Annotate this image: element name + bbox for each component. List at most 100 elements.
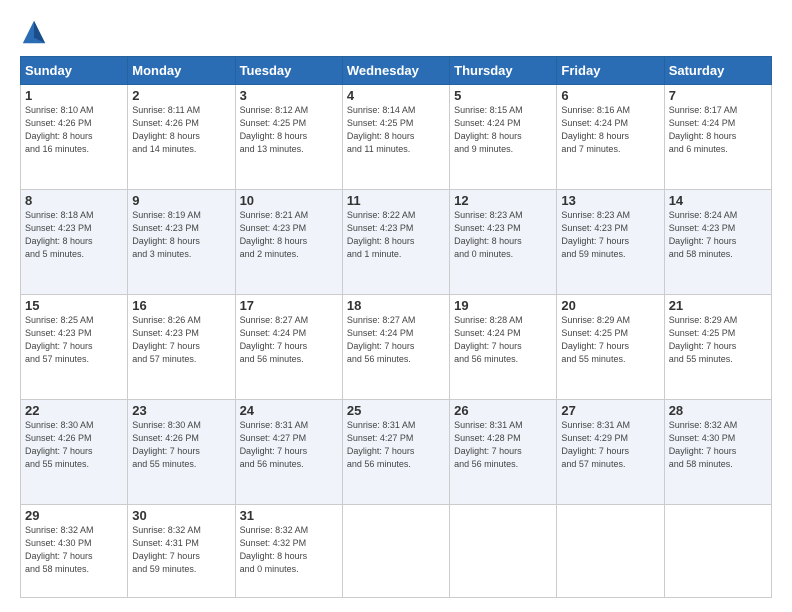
calendar-cell: 14Sunrise: 8:24 AM Sunset: 4:23 PM Dayli… <box>664 189 771 294</box>
day-number: 9 <box>132 193 230 208</box>
day-number: 17 <box>240 298 338 313</box>
calendar-cell: 26Sunrise: 8:31 AM Sunset: 4:28 PM Dayli… <box>450 399 557 504</box>
day-info: Sunrise: 8:18 AM Sunset: 4:23 PM Dayligh… <box>25 209 123 261</box>
day-info: Sunrise: 8:10 AM Sunset: 4:26 PM Dayligh… <box>25 104 123 156</box>
day-number: 1 <box>25 88 123 103</box>
calendar-cell <box>450 504 557 597</box>
day-number: 29 <box>25 508 123 523</box>
day-info: Sunrise: 8:19 AM Sunset: 4:23 PM Dayligh… <box>132 209 230 261</box>
weekday-saturday: Saturday <box>664 57 771 85</box>
weekday-thursday: Thursday <box>450 57 557 85</box>
day-info: Sunrise: 8:11 AM Sunset: 4:26 PM Dayligh… <box>132 104 230 156</box>
calendar-cell: 15Sunrise: 8:25 AM Sunset: 4:23 PM Dayli… <box>21 294 128 399</box>
weekday-friday: Friday <box>557 57 664 85</box>
day-info: Sunrise: 8:16 AM Sunset: 4:24 PM Dayligh… <box>561 104 659 156</box>
day-info: Sunrise: 8:29 AM Sunset: 4:25 PM Dayligh… <box>669 314 767 366</box>
day-number: 16 <box>132 298 230 313</box>
day-info: Sunrise: 8:21 AM Sunset: 4:23 PM Dayligh… <box>240 209 338 261</box>
day-info: Sunrise: 8:31 AM Sunset: 4:28 PM Dayligh… <box>454 419 552 471</box>
calendar-cell: 23Sunrise: 8:30 AM Sunset: 4:26 PM Dayli… <box>128 399 235 504</box>
calendar-cell: 8Sunrise: 8:18 AM Sunset: 4:23 PM Daylig… <box>21 189 128 294</box>
day-info: Sunrise: 8:23 AM Sunset: 4:23 PM Dayligh… <box>561 209 659 261</box>
day-number: 12 <box>454 193 552 208</box>
day-number: 20 <box>561 298 659 313</box>
day-number: 13 <box>561 193 659 208</box>
day-info: Sunrise: 8:24 AM Sunset: 4:23 PM Dayligh… <box>669 209 767 261</box>
week-row-4: 22Sunrise: 8:30 AM Sunset: 4:26 PM Dayli… <box>21 399 772 504</box>
calendar-cell: 4Sunrise: 8:14 AM Sunset: 4:25 PM Daylig… <box>342 85 449 190</box>
day-info: Sunrise: 8:30 AM Sunset: 4:26 PM Dayligh… <box>25 419 123 471</box>
calendar-cell: 31Sunrise: 8:32 AM Sunset: 4:32 PM Dayli… <box>235 504 342 597</box>
day-number: 31 <box>240 508 338 523</box>
day-info: Sunrise: 8:31 AM Sunset: 4:29 PM Dayligh… <box>561 419 659 471</box>
day-number: 30 <box>132 508 230 523</box>
day-number: 2 <box>132 88 230 103</box>
day-info: Sunrise: 8:17 AM Sunset: 4:24 PM Dayligh… <box>669 104 767 156</box>
calendar-cell: 22Sunrise: 8:30 AM Sunset: 4:26 PM Dayli… <box>21 399 128 504</box>
day-number: 26 <box>454 403 552 418</box>
calendar-cell: 19Sunrise: 8:28 AM Sunset: 4:24 PM Dayli… <box>450 294 557 399</box>
day-info: Sunrise: 8:26 AM Sunset: 4:23 PM Dayligh… <box>132 314 230 366</box>
generalblue-logo-icon <box>20 18 48 46</box>
day-info: Sunrise: 8:31 AM Sunset: 4:27 PM Dayligh… <box>240 419 338 471</box>
day-number: 10 <box>240 193 338 208</box>
weekday-monday: Monday <box>128 57 235 85</box>
day-info: Sunrise: 8:29 AM Sunset: 4:25 PM Dayligh… <box>561 314 659 366</box>
day-info: Sunrise: 8:27 AM Sunset: 4:24 PM Dayligh… <box>240 314 338 366</box>
day-info: Sunrise: 8:22 AM Sunset: 4:23 PM Dayligh… <box>347 209 445 261</box>
day-number: 18 <box>347 298 445 313</box>
day-number: 22 <box>25 403 123 418</box>
calendar-cell: 18Sunrise: 8:27 AM Sunset: 4:24 PM Dayli… <box>342 294 449 399</box>
calendar-cell: 28Sunrise: 8:32 AM Sunset: 4:30 PM Dayli… <box>664 399 771 504</box>
day-number: 15 <box>25 298 123 313</box>
calendar-cell <box>664 504 771 597</box>
day-number: 23 <box>132 403 230 418</box>
weekday-header-row: SundayMondayTuesdayWednesdayThursdayFrid… <box>21 57 772 85</box>
day-number: 6 <box>561 88 659 103</box>
day-number: 24 <box>240 403 338 418</box>
day-info: Sunrise: 8:32 AM Sunset: 4:30 PM Dayligh… <box>669 419 767 471</box>
calendar-cell: 13Sunrise: 8:23 AM Sunset: 4:23 PM Dayli… <box>557 189 664 294</box>
day-number: 28 <box>669 403 767 418</box>
day-number: 25 <box>347 403 445 418</box>
day-number: 3 <box>240 88 338 103</box>
day-number: 11 <box>347 193 445 208</box>
calendar-cell: 3Sunrise: 8:12 AM Sunset: 4:25 PM Daylig… <box>235 85 342 190</box>
week-row-3: 15Sunrise: 8:25 AM Sunset: 4:23 PM Dayli… <box>21 294 772 399</box>
calendar-cell: 16Sunrise: 8:26 AM Sunset: 4:23 PM Dayli… <box>128 294 235 399</box>
week-row-5: 29Sunrise: 8:32 AM Sunset: 4:30 PM Dayli… <box>21 504 772 597</box>
calendar-cell <box>342 504 449 597</box>
header <box>20 18 772 46</box>
calendar-cell: 24Sunrise: 8:31 AM Sunset: 4:27 PM Dayli… <box>235 399 342 504</box>
calendar-cell: 21Sunrise: 8:29 AM Sunset: 4:25 PM Dayli… <box>664 294 771 399</box>
logo <box>20 18 52 46</box>
calendar-cell: 9Sunrise: 8:19 AM Sunset: 4:23 PM Daylig… <box>128 189 235 294</box>
day-number: 21 <box>669 298 767 313</box>
calendar-cell: 5Sunrise: 8:15 AM Sunset: 4:24 PM Daylig… <box>450 85 557 190</box>
calendar-table: SundayMondayTuesdayWednesdayThursdayFrid… <box>20 56 772 598</box>
day-info: Sunrise: 8:30 AM Sunset: 4:26 PM Dayligh… <box>132 419 230 471</box>
calendar-cell: 25Sunrise: 8:31 AM Sunset: 4:27 PM Dayli… <box>342 399 449 504</box>
calendar-cell: 12Sunrise: 8:23 AM Sunset: 4:23 PM Dayli… <box>450 189 557 294</box>
day-info: Sunrise: 8:14 AM Sunset: 4:25 PM Dayligh… <box>347 104 445 156</box>
calendar-cell: 27Sunrise: 8:31 AM Sunset: 4:29 PM Dayli… <box>557 399 664 504</box>
day-info: Sunrise: 8:31 AM Sunset: 4:27 PM Dayligh… <box>347 419 445 471</box>
day-number: 5 <box>454 88 552 103</box>
calendar-cell: 11Sunrise: 8:22 AM Sunset: 4:23 PM Dayli… <box>342 189 449 294</box>
calendar-cell: 7Sunrise: 8:17 AM Sunset: 4:24 PM Daylig… <box>664 85 771 190</box>
day-number: 4 <box>347 88 445 103</box>
calendar-cell: 17Sunrise: 8:27 AM Sunset: 4:24 PM Dayli… <box>235 294 342 399</box>
day-info: Sunrise: 8:32 AM Sunset: 4:32 PM Dayligh… <box>240 524 338 576</box>
day-number: 14 <box>669 193 767 208</box>
day-info: Sunrise: 8:27 AM Sunset: 4:24 PM Dayligh… <box>347 314 445 366</box>
day-info: Sunrise: 8:23 AM Sunset: 4:23 PM Dayligh… <box>454 209 552 261</box>
week-row-2: 8Sunrise: 8:18 AM Sunset: 4:23 PM Daylig… <box>21 189 772 294</box>
day-number: 27 <box>561 403 659 418</box>
calendar-cell <box>557 504 664 597</box>
day-info: Sunrise: 8:15 AM Sunset: 4:24 PM Dayligh… <box>454 104 552 156</box>
day-info: Sunrise: 8:32 AM Sunset: 4:30 PM Dayligh… <box>25 524 123 576</box>
weekday-wednesday: Wednesday <box>342 57 449 85</box>
weekday-sunday: Sunday <box>21 57 128 85</box>
calendar-cell: 2Sunrise: 8:11 AM Sunset: 4:26 PM Daylig… <box>128 85 235 190</box>
calendar-cell: 6Sunrise: 8:16 AM Sunset: 4:24 PM Daylig… <box>557 85 664 190</box>
